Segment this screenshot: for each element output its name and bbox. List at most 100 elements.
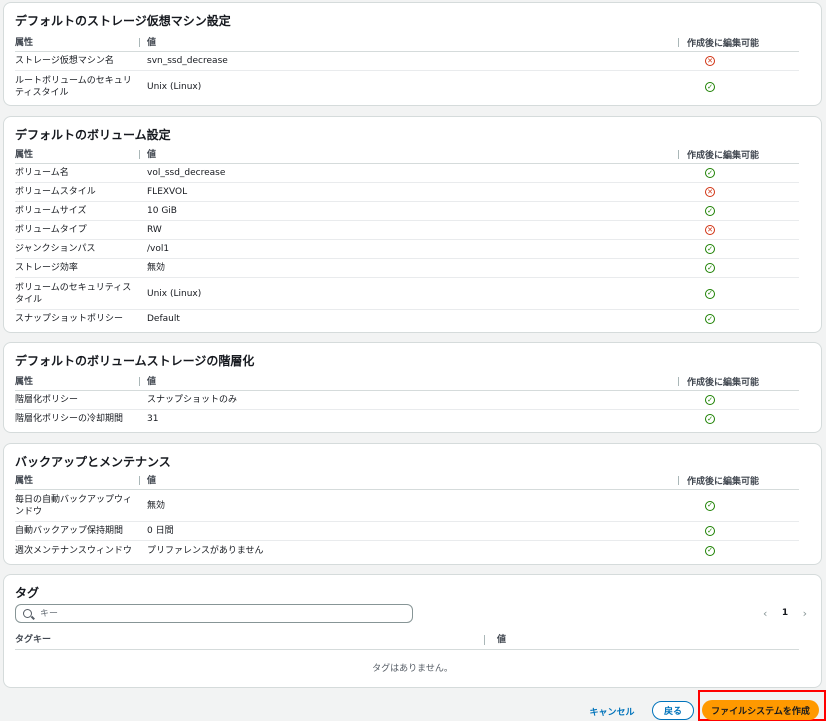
- cancel-button[interactable]: キャンセル: [584, 702, 640, 720]
- row-attr: ボリュームサイズ: [15, 206, 87, 216]
- check-circle-icon: ✓: [705, 244, 715, 254]
- row-value: プリファレンスがありません: [147, 545, 264, 556]
- check-circle-icon: ✓: [705, 395, 715, 405]
- table-row: スナップショットポリシー Default ✓: [15, 310, 799, 328]
- table-row: ルートボリュームのセキュリティスタイル Unix (Linux) ✓: [15, 71, 799, 103]
- table-row: ストレージ仮想マシン名 svn_ssd_decrease ✕: [15, 52, 799, 71]
- row-attr: ジャンクションパス: [15, 244, 96, 254]
- check-circle-icon: ✓: [705, 314, 715, 324]
- tags-empty-message: タグはありません。: [372, 664, 453, 674]
- row-attr: 毎日の自動バックアップウィンドウ: [15, 494, 133, 517]
- row-value: 0 日間: [147, 526, 174, 536]
- tags-title: タグ: [15, 586, 40, 600]
- header-value: 値: [147, 376, 157, 387]
- table-row: ボリュームスタイル FLEXVOL ✕: [15, 183, 799, 202]
- svm-table-header: 属性 値 作成後に編集可能: [15, 34, 799, 52]
- header-editable: 作成後に編集可能: [687, 477, 760, 487]
- header-attr: 属性: [15, 475, 34, 486]
- tags-panel: タグ ‹ 1 › タグキー 値 タグはありません。: [3, 574, 822, 688]
- table-row: 自動バックアップ保持期間 0 日間 ✓: [15, 522, 799, 541]
- row-value: /vol1: [147, 244, 170, 254]
- create-file-system-button[interactable]: ファイルシステムを作成: [702, 700, 819, 720]
- header-editable: 作成後に編集可能: [687, 151, 760, 161]
- table-row: ボリュームのセキュリティスタイル Unix (Linux) ✓: [15, 278, 799, 310]
- row-attr: 自動バックアップ保持期間: [15, 526, 124, 536]
- x-circle-icon: ✕: [705, 225, 715, 235]
- svm-settings-title: デフォルトのストレージ仮想マシン設定: [15, 14, 231, 28]
- row-attr: ボリューム名: [15, 168, 69, 178]
- header-value: 値: [147, 37, 157, 48]
- row-attr: 階層化ポリシー: [15, 395, 79, 405]
- check-circle-icon: ✓: [705, 82, 715, 92]
- row-value: 31: [147, 414, 159, 424]
- check-circle-icon: ✓: [705, 526, 715, 536]
- x-circle-icon: ✕: [705, 187, 715, 197]
- tiering-table-header: 属性 値 作成後に編集可能: [15, 373, 799, 391]
- chevron-left-icon[interactable]: ‹: [763, 607, 767, 620]
- header-tag-value: 値: [497, 635, 507, 645]
- tiering-panel: デフォルトのボリュームストレージの階層化 属性 値 作成後に編集可能 階層化ポリ…: [3, 342, 822, 433]
- x-circle-icon: ✕: [705, 56, 715, 66]
- table-row: ボリューム名 vol_ssd_decrease ✓: [15, 164, 799, 183]
- row-value: 10 GiB: [147, 206, 177, 216]
- check-circle-icon: ✓: [705, 206, 715, 216]
- page-number[interactable]: 1: [782, 608, 788, 618]
- check-circle-icon: ✓: [705, 500, 715, 511]
- table-row: ジャンクションパス /vol1 ✓: [15, 240, 799, 259]
- row-value: Unix (Linux): [147, 82, 202, 92]
- header-value: 値: [147, 149, 157, 160]
- row-attr: ボリュームタイプ: [15, 225, 87, 235]
- tag-search-box[interactable]: [15, 604, 413, 623]
- volume-settings-panel: デフォルトのボリューム設定 属性 値 作成後に編集可能 ボリューム名 vol_s…: [3, 116, 822, 333]
- tiering-title: デフォルトのボリュームストレージの階層化: [15, 354, 255, 368]
- header-value: 値: [147, 475, 157, 486]
- header-attr: 属性: [15, 37, 34, 48]
- header-attr: 属性: [15, 376, 34, 387]
- row-value: Default: [147, 314, 180, 324]
- table-row: 階層化ポリシーの冷却期間 31 ✓: [15, 410, 799, 428]
- row-value: svn_ssd_decrease: [147, 56, 228, 66]
- header-attr: 属性: [15, 149, 34, 160]
- row-attr: 階層化ポリシーの冷却期間: [15, 414, 124, 424]
- check-circle-icon: ✓: [705, 545, 715, 556]
- row-value: RW: [147, 225, 162, 235]
- back-button[interactable]: 戻る: [652, 701, 694, 720]
- row-value: 無効: [147, 263, 166, 273]
- backup-table-header: 属性 値 作成後に編集可能: [15, 472, 799, 490]
- row-attr: スナップショットポリシー: [15, 314, 124, 324]
- chevron-right-icon[interactable]: ›: [803, 607, 807, 620]
- svm-settings-panel: デフォルトのストレージ仮想マシン設定 属性 値 作成後に編集可能 ストレージ仮想…: [3, 2, 822, 106]
- backup-title: バックアップとメンテナンス: [15, 455, 171, 469]
- row-value: Unix (Linux): [147, 288, 202, 299]
- row-value: FLEXVOL: [147, 187, 188, 197]
- row-value: vol_ssd_decrease: [147, 168, 226, 178]
- table-row: ストレージ効率 無効 ✓: [15, 259, 799, 278]
- backup-panel: バックアップとメンテナンス 属性 値 作成後に編集可能 毎日の自動バックアップウ…: [3, 443, 822, 565]
- volume-settings-title: デフォルトのボリューム設定: [15, 128, 171, 142]
- pagination: ‹ 1 ›: [763, 606, 807, 620]
- row-attr: ストレージ効率: [15, 263, 78, 273]
- row-attr: ボリュームのセキュリティスタイル: [15, 282, 132, 305]
- table-row: 階層化ポリシー スナップショットのみ ✓: [15, 391, 799, 410]
- table-row: ボリュームサイズ 10 GiB ✓: [15, 202, 799, 221]
- check-circle-icon: ✓: [705, 414, 715, 424]
- check-circle-icon: ✓: [705, 263, 715, 273]
- header-editable: 作成後に編集可能: [687, 378, 760, 388]
- table-row: 毎日の自動バックアップウィンドウ 無効 ✓: [15, 490, 799, 522]
- check-circle-icon: ✓: [705, 288, 715, 299]
- table-row: 週次メンテナンスウィンドウ プリファレンスがありません ✓: [15, 541, 799, 560]
- check-circle-icon: ✓: [705, 168, 715, 178]
- row-attr: 週次メンテナンスウィンドウ: [15, 545, 132, 556]
- row-value: スナップショットのみ: [147, 395, 238, 405]
- row-attr: ストレージ仮想マシン名: [15, 56, 114, 66]
- volume-table-header: 属性 値 作成後に編集可能: [15, 146, 799, 164]
- row-attr: ルートボリュームのセキュリティスタイル: [15, 76, 132, 98]
- tag-search-input[interactable]: [38, 606, 398, 621]
- row-value: 無効: [147, 500, 166, 511]
- header-tag-key: タグキー: [15, 635, 52, 645]
- header-editable: 作成後に編集可能: [687, 39, 760, 49]
- row-attr: ボリュームスタイル: [15, 187, 96, 197]
- search-icon: [23, 609, 32, 618]
- table-row: ボリュームタイプ RW ✕: [15, 221, 799, 240]
- tags-table-header: タグキー 値: [15, 631, 799, 650]
